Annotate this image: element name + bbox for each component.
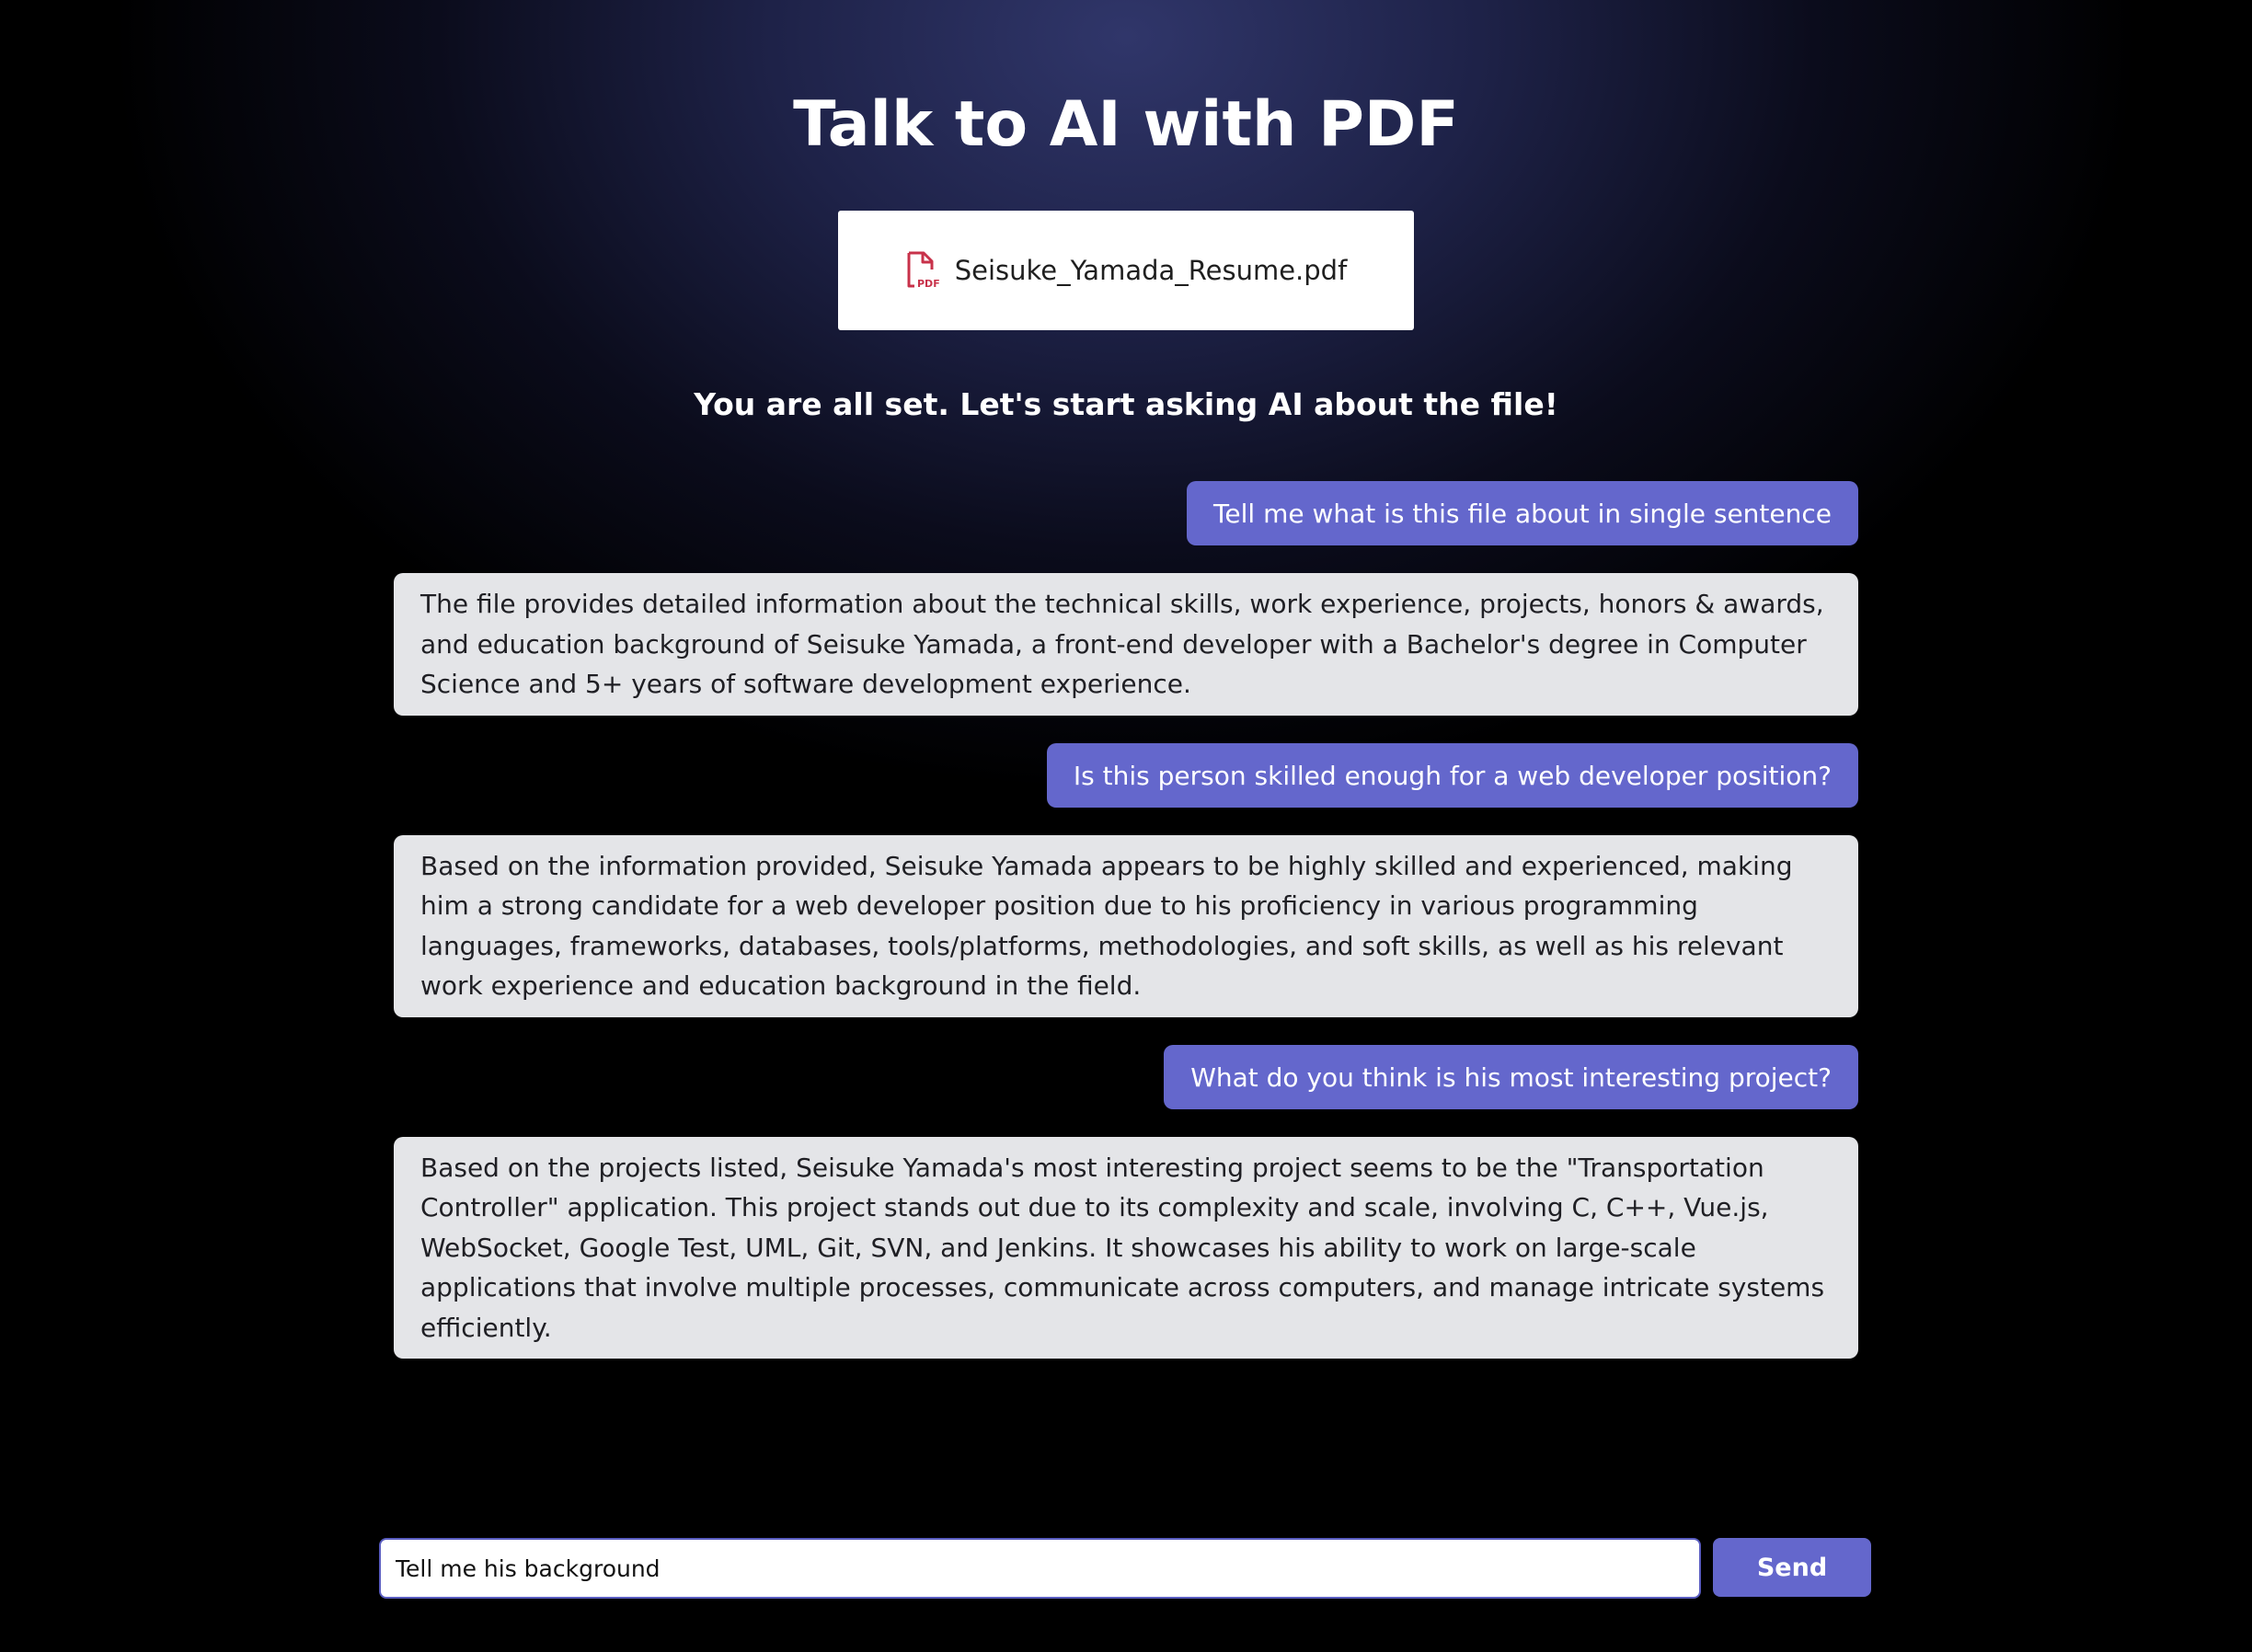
user-message-bubble: What do you think is his most interestin… xyxy=(1164,1044,1858,1109)
chat-message-ai: Based on the information provided, Seisu… xyxy=(394,834,1858,1017)
user-message-bubble: Tell me what is this file about in singl… xyxy=(1187,481,1858,545)
status-message: You are all set. Let's start asking AI a… xyxy=(694,386,1558,422)
user-message-bubble: Is this person skilled enough for a web … xyxy=(1046,742,1858,808)
message-composer: Send xyxy=(379,1538,1871,1599)
message-input[interactable] xyxy=(379,1538,1701,1599)
file-name: Seisuke_Yamada_Resume.pdf xyxy=(954,255,1348,286)
svg-text:PDF: PDF xyxy=(917,278,940,290)
ai-message-bubble: The file provides detailed information a… xyxy=(394,573,1858,716)
pdf-file-icon: PDF xyxy=(905,251,942,290)
page-title: Talk to AI with PDF xyxy=(793,88,1459,161)
chat-message-user: What do you think is his most interestin… xyxy=(394,1044,1858,1109)
ai-message-bubble: Based on the projects listed, Seisuke Ya… xyxy=(394,1136,1858,1359)
uploaded-file-card[interactable]: PDF Seisuke_Yamada_Resume.pdf xyxy=(838,211,1414,330)
send-button[interactable]: Send xyxy=(1713,1538,1871,1597)
chat-message-user: Is this person skilled enough for a web … xyxy=(394,742,1858,808)
chat-message-ai: Based on the projects listed, Seisuke Ya… xyxy=(394,1136,1858,1359)
ai-message-bubble: Based on the information provided, Seisu… xyxy=(394,834,1858,1017)
chat-thread: Tell me what is this file about in singl… xyxy=(394,481,1858,1386)
chat-message-user: Tell me what is this file about in singl… xyxy=(394,481,1858,545)
chat-message-ai: The file provides detailed information a… xyxy=(394,573,1858,716)
